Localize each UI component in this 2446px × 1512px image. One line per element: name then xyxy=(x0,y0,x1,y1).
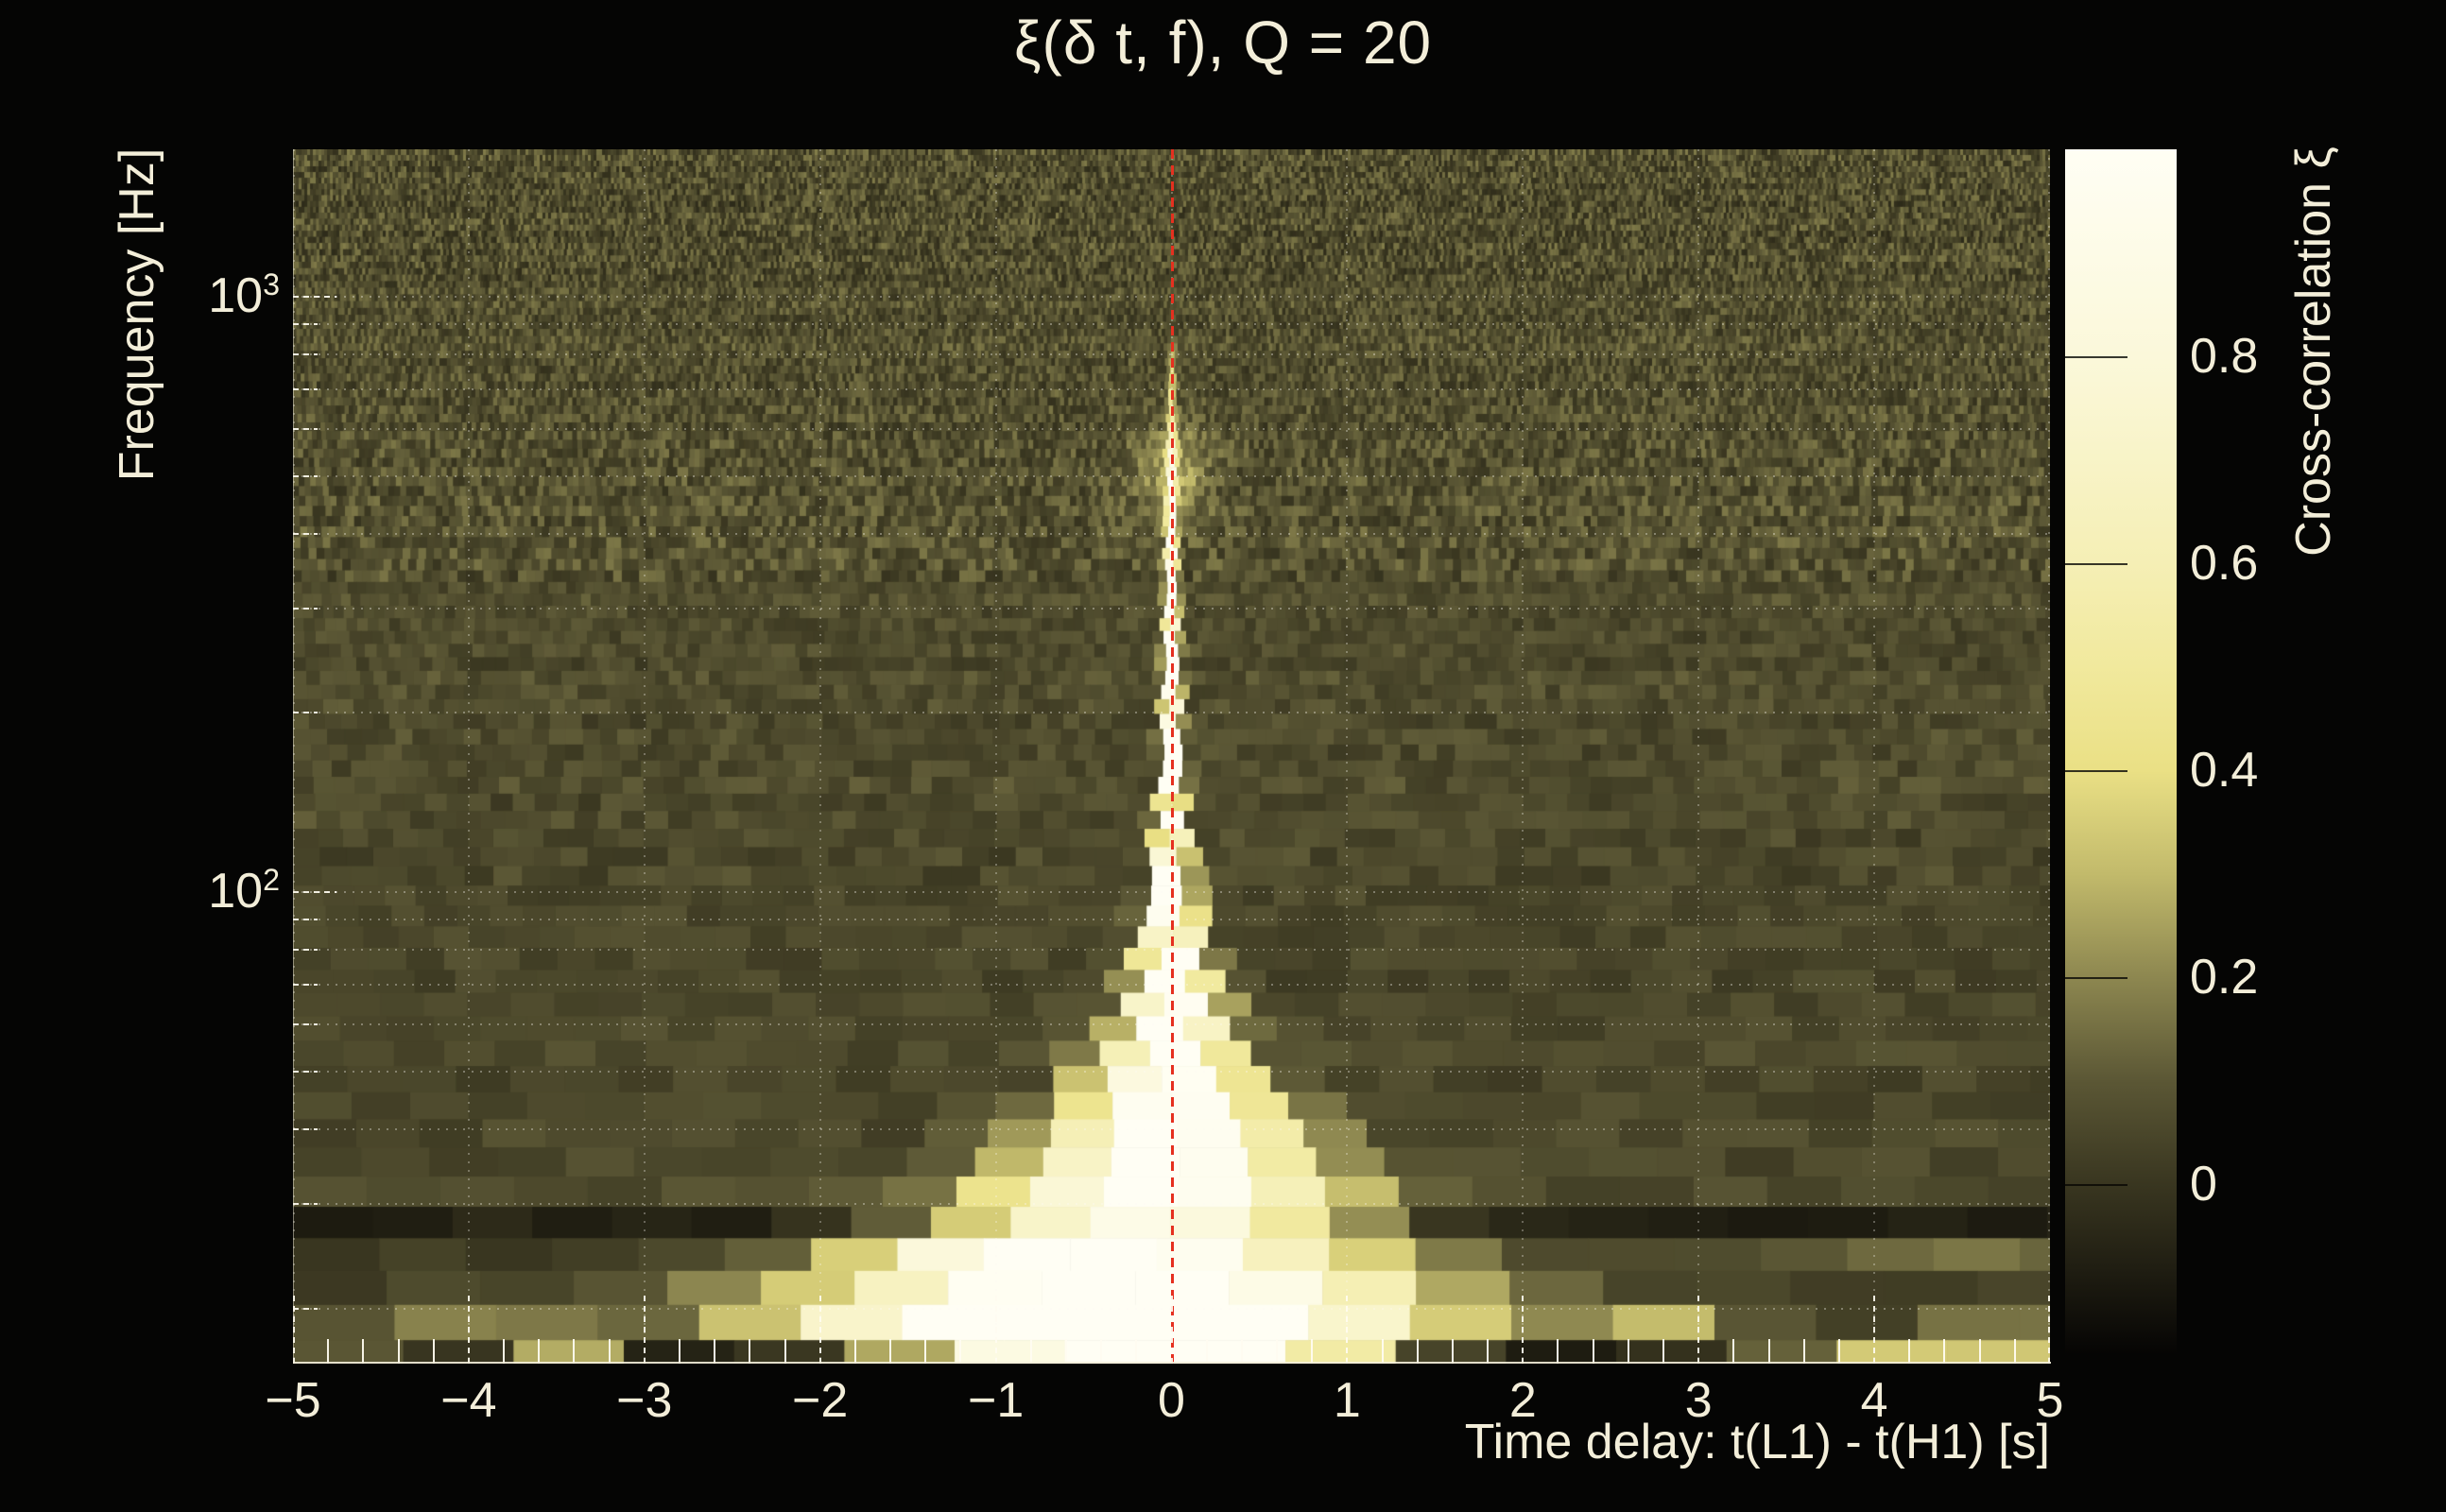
screenshot-root: { "chart_data": { "type": "heatmap", "ti… xyxy=(0,0,2446,1512)
colorbar-tick xyxy=(2065,977,2127,979)
y-axis-line xyxy=(293,149,294,1364)
y-tick-label: 103 xyxy=(119,267,280,324)
x-tick-label: 0 xyxy=(1158,1372,1185,1429)
colorbar-title: Cross-correlation ξ xyxy=(2285,146,2342,557)
reference-line-dt0 xyxy=(1171,149,1174,1364)
x-tick-label: −2 xyxy=(792,1372,848,1429)
x-tick-label: −3 xyxy=(616,1372,672,1429)
x-axis-title: Time delay: t(L1) - t(H1) [s] xyxy=(1465,1414,2050,1470)
colorbar-tick-label: 0.2 xyxy=(2190,949,2258,1005)
colorbar-tick xyxy=(2065,1184,2127,1186)
colorbar-tick xyxy=(2065,563,2127,565)
colorbar-tick xyxy=(2065,356,2127,358)
x-tick-label: −5 xyxy=(265,1372,320,1429)
colorbar-tick-label: 0 xyxy=(2190,1156,2217,1212)
colorbar-tick-label: 0.8 xyxy=(2190,328,2258,385)
chart-title: ξ(δ t, f), Q = 20 xyxy=(0,8,2446,77)
colorbar xyxy=(2065,149,2177,1353)
x-tick-label: −1 xyxy=(968,1372,1024,1429)
colorbar-tick-label: 0.6 xyxy=(2190,535,2258,592)
plot-area xyxy=(293,149,2050,1364)
x-axis-line xyxy=(293,1362,2051,1364)
y-tick-label: 102 xyxy=(119,863,280,919)
colorbar-tick xyxy=(2065,770,2127,772)
x-tick-label: −4 xyxy=(440,1372,496,1429)
colorbar-tick-label: 0.4 xyxy=(2190,742,2258,799)
x-tick-label: 1 xyxy=(1334,1372,1361,1429)
